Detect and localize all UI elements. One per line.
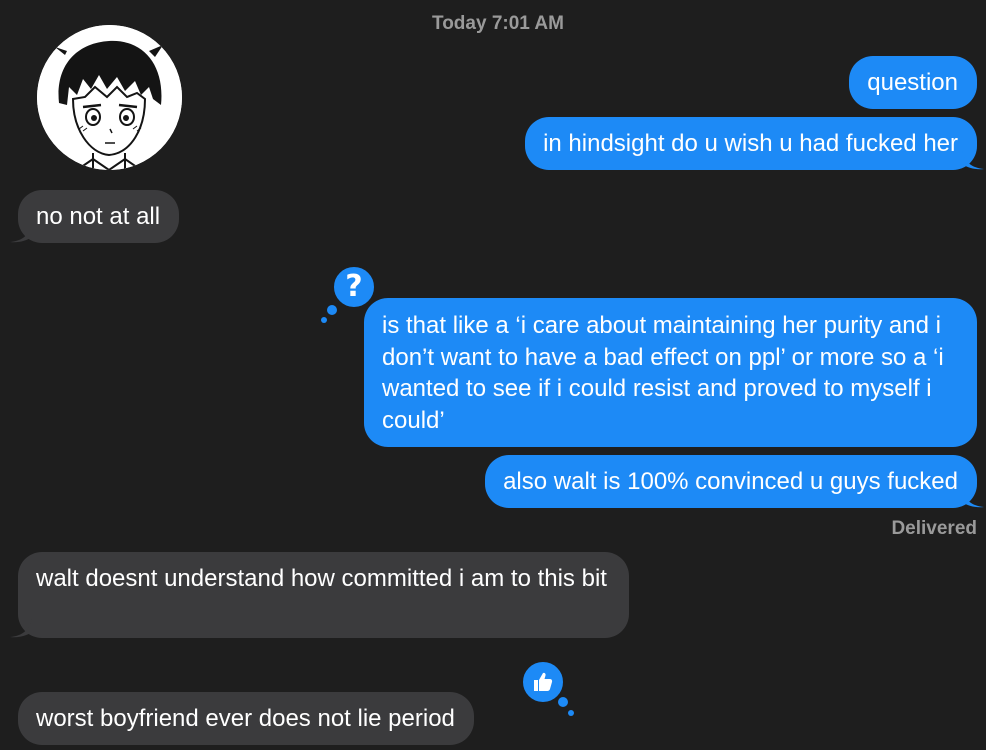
tapback-tail-dot (568, 710, 574, 716)
tapback-tail-dot (558, 697, 568, 707)
message-text: is that like a ‘i care about maintaining… (382, 312, 944, 434)
message-text: walt doesnt understand how committed i a… (36, 565, 607, 592)
delivery-status: Delivered (891, 518, 977, 539)
message-bubble-outgoing[interactable]: in hindsight do u wish u had fucked her (525, 117, 984, 170)
message-text: also walt is 100% convinced u guys fucke… (503, 468, 958, 495)
thumbs-up-icon (534, 672, 553, 691)
conversation-timestamp: Today 7:01 AM (432, 13, 564, 34)
message-bubble-outgoing[interactable]: is that like a ‘i care about maintaining… (364, 298, 977, 447)
message-bubble-incoming[interactable]: no not at all (10, 190, 180, 243)
message-bubble-incoming[interactable]: walt doesnt understand how committed i a… (10, 552, 629, 638)
message-text: in hindsight do u wish u had fucked her (543, 130, 958, 157)
anime-character-avatar (37, 25, 182, 170)
message-bubble-incoming[interactable]: worst boyfriend ever does not lie period (18, 692, 474, 745)
tapback-tail-dot (327, 305, 337, 315)
contact-avatar[interactable] (37, 25, 182, 170)
tapback-question-reaction[interactable]: ? (331, 264, 377, 310)
message-bubble-outgoing[interactable]: question (849, 56, 977, 109)
message-text: worst boyfriend ever does not lie period (36, 705, 455, 732)
message-text: no not at all (36, 203, 161, 230)
bubble-tail (10, 618, 32, 638)
message-bubble-outgoing[interactable]: also walt is 100% convinced u guys fucke… (485, 455, 984, 508)
tapback-tail-dot (321, 317, 327, 323)
bubble-tail (962, 488, 984, 508)
bubble-tail (10, 223, 32, 243)
question-mark-icon: ? (345, 269, 363, 304)
message-text: question (867, 69, 958, 96)
bubble-tail (962, 150, 984, 170)
